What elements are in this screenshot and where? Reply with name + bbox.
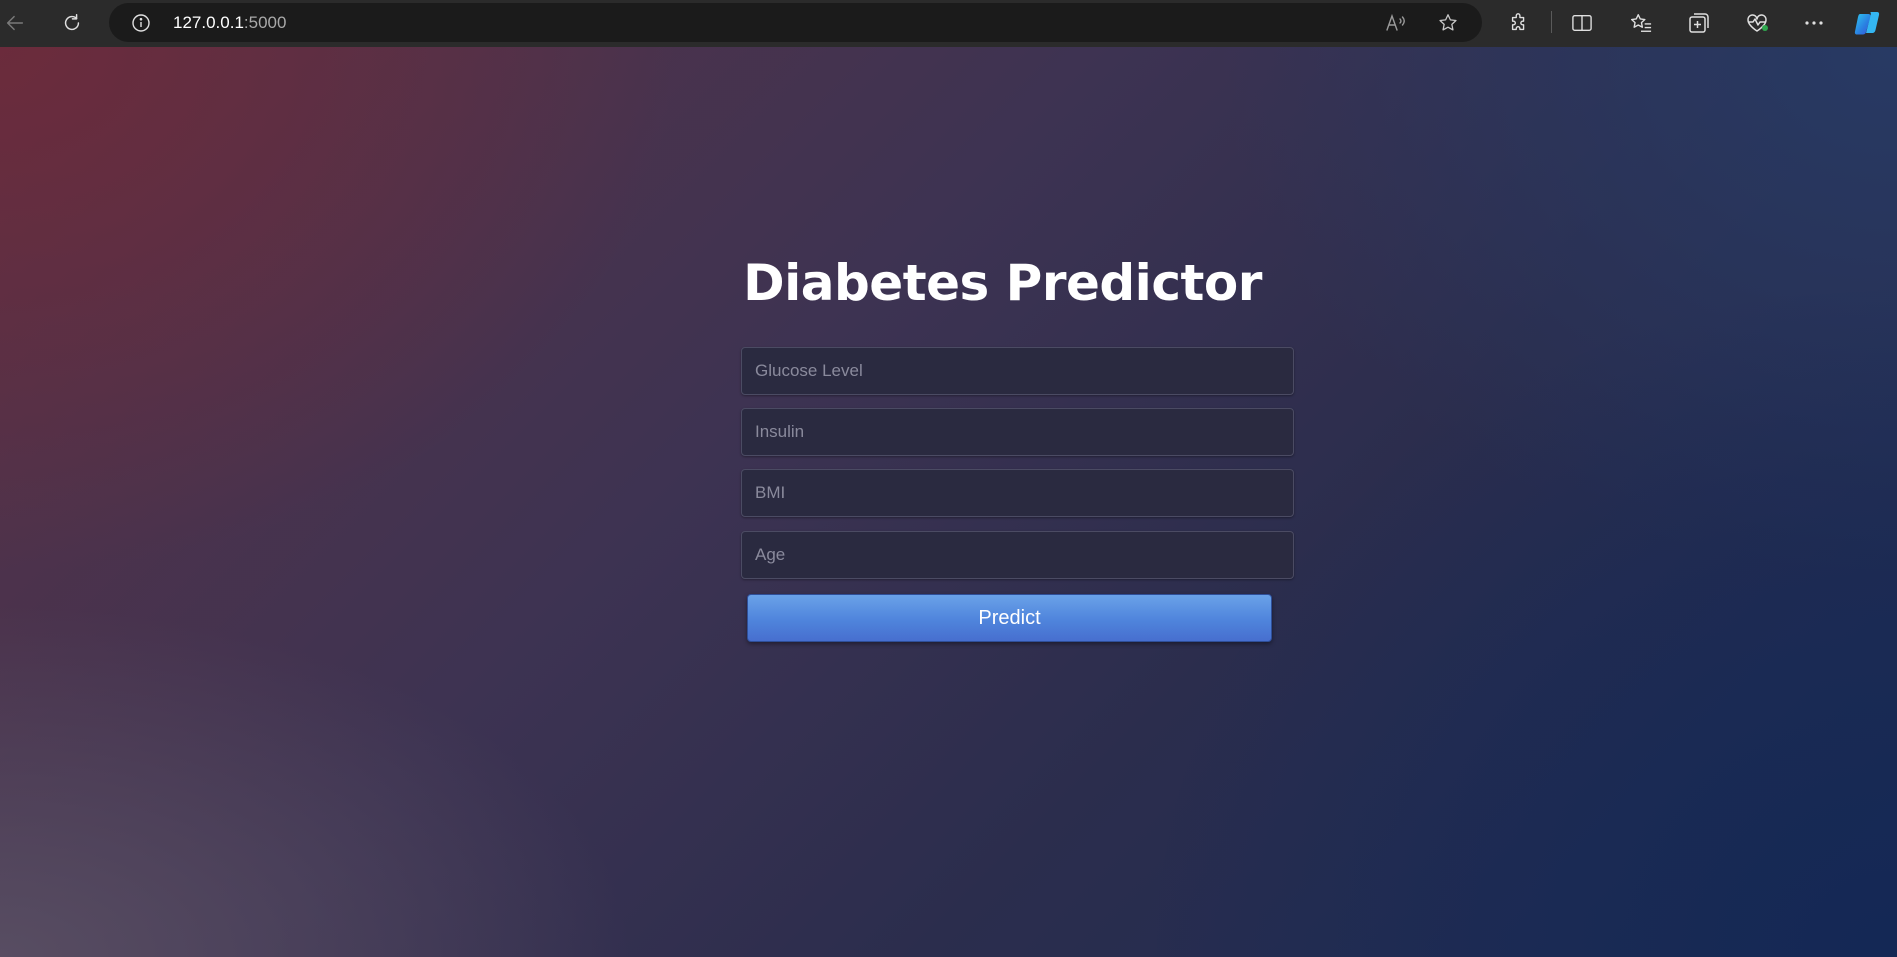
page-title: Diabetes Predictor (743, 254, 1262, 312)
age-input[interactable] (741, 531, 1294, 579)
refresh-icon (64, 14, 80, 31)
bmi-input[interactable] (741, 469, 1294, 517)
refresh-button[interactable] (58, 9, 86, 37)
read-aloud-icon[interactable] (1384, 12, 1408, 34)
favorites-list-icon[interactable] (1627, 10, 1655, 36)
back-button[interactable] (1, 9, 29, 37)
address-bar[interactable]: 127.0.0.1:5000 (109, 3, 1482, 42)
back-arrow-icon (6, 15, 24, 31)
info-icon[interactable] (131, 13, 151, 33)
toolbar-divider (1551, 11, 1552, 33)
glucose-level-input[interactable] (741, 347, 1294, 395)
page-background: Diabetes Predictor Predict (0, 47, 1897, 957)
collections-icon[interactable] (1685, 10, 1713, 36)
predict-button[interactable]: Predict (747, 594, 1272, 642)
split-screen-icon[interactable] (1568, 10, 1596, 36)
star-icon[interactable] (1436, 12, 1460, 34)
insulin-input[interactable] (741, 408, 1294, 456)
heartbeat-icon[interactable] (1743, 10, 1771, 36)
browser-toolbar: 127.0.0.1:5000 (0, 0, 1897, 47)
copilot-icon[interactable] (1854, 10, 1882, 36)
url-port: :5000 (243, 13, 287, 32)
url-text[interactable]: 127.0.0.1:5000 (173, 13, 286, 33)
puzzle-icon[interactable] (1505, 10, 1533, 36)
url-host: 127.0.0.1 (173, 13, 244, 32)
more-icon[interactable] (1800, 10, 1828, 36)
